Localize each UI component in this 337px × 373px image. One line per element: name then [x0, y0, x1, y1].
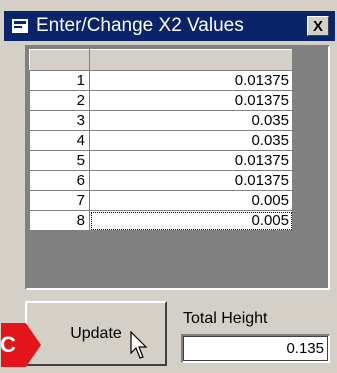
x2-value-cell[interactable]: 0.01375 [89, 170, 293, 191]
table-row: 8 0.005 [29, 210, 293, 231]
total-height-field[interactable]: 0.135 [181, 334, 330, 363]
x2-value-cell[interactable]: 0.035 [89, 130, 293, 151]
close-icon: X [312, 17, 323, 35]
row-index: 7 [29, 190, 90, 211]
update-button-label: Update [70, 324, 122, 342]
x2-value-cell[interactable]: 0.01375 [89, 150, 293, 171]
table-row: 1 0.01375 [29, 70, 293, 91]
total-height-label: Total Height [183, 310, 268, 327]
row-index: 3 [29, 110, 90, 131]
title-bar[interactable]: Enter/Change X2 Values X [4, 11, 335, 41]
table-row: 7 0.005 [29, 190, 293, 211]
row-index: 1 [29, 70, 90, 91]
x2-value-cell[interactable]: 0.01375 [89, 70, 293, 91]
row-index: 6 [29, 170, 90, 191]
app-window-icon [12, 19, 28, 33]
x2-value-cell[interactable]: 0.035 [89, 110, 293, 131]
row-index: 5 [29, 150, 90, 171]
x2-value-cell[interactable]: 0.01375 [89, 90, 293, 111]
grid-header-row [29, 49, 293, 71]
x2-values-dialog: Enter/Change X2 Values X 1 0.01375 2 0.0… [0, 0, 337, 373]
table-row: 2 0.01375 [29, 90, 293, 111]
row-index: 4 [29, 130, 90, 151]
close-button[interactable]: X [307, 16, 329, 36]
table-row: 5 0.01375 [29, 150, 293, 171]
table-row: 3 0.035 [29, 110, 293, 131]
values-grid: 1 0.01375 2 0.01375 3 0.035 4 0.035 5 0.… [25, 45, 330, 290]
table-row: 4 0.035 [29, 130, 293, 151]
callout-label: C [0, 332, 16, 357]
x2-value-cell[interactable]: 0.005 [89, 190, 293, 211]
table-row: 6 0.01375 [29, 170, 293, 191]
x2-value-cell-selected[interactable]: 0.005 [89, 210, 293, 231]
window-title: Enter/Change X2 Values [36, 15, 244, 36]
value-column-header[interactable] [89, 49, 293, 71]
row-index: 2 [29, 90, 90, 111]
x2-values-table: 1 0.01375 2 0.01375 3 0.035 4 0.035 5 0.… [29, 49, 293, 231]
row-index: 8 [29, 210, 90, 231]
row-header-corner [29, 49, 90, 71]
mouse-pointer-icon [130, 331, 148, 359]
